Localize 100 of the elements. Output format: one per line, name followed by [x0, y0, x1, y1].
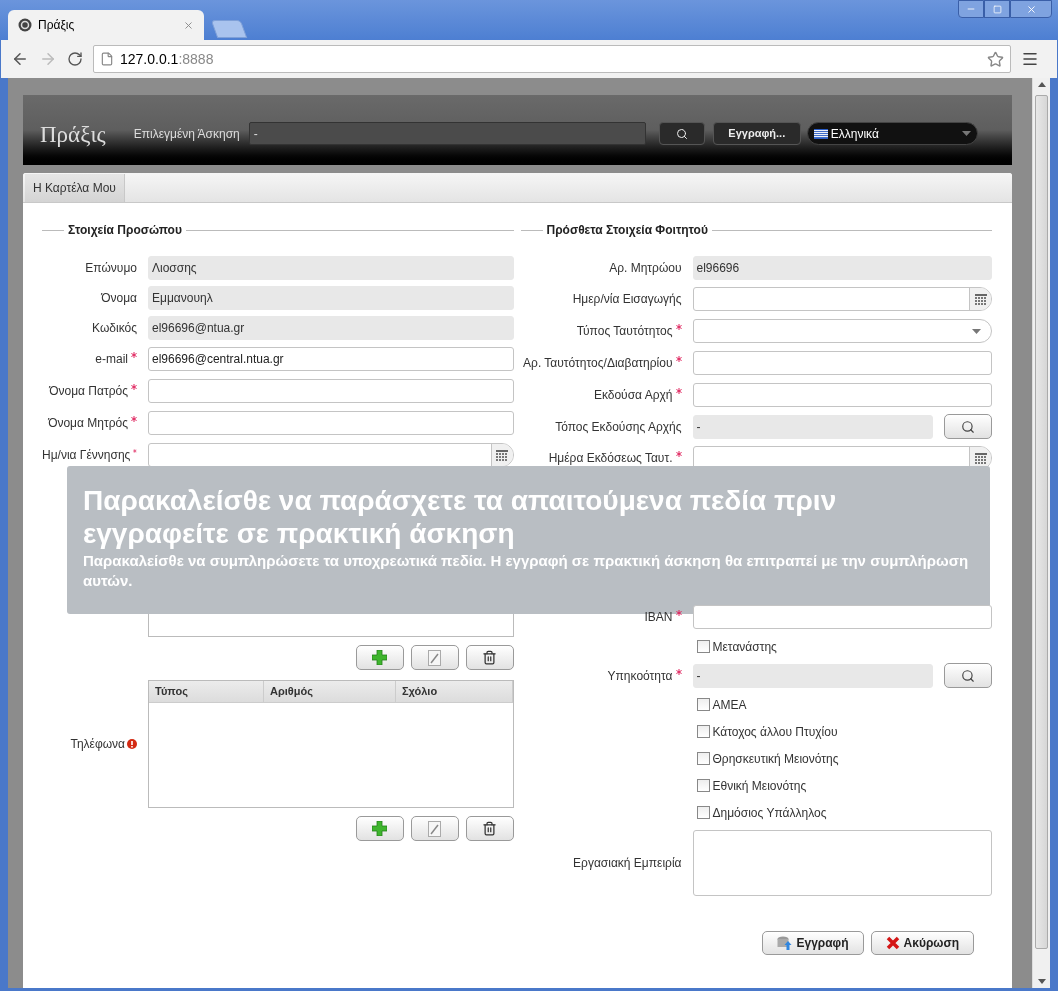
scrollbar-thumb[interactable]	[1035, 95, 1048, 949]
field-label: Κωδικός	[92, 320, 137, 337]
search-button[interactable]	[944, 663, 992, 688]
trash-icon	[482, 821, 497, 836]
field-label: Ημ/νια Γέννησης	[42, 447, 131, 464]
close-window-button[interactable]	[1010, 0, 1052, 18]
field-label: Όνομα	[101, 290, 137, 307]
language-value: Ελληνικά	[830, 125, 880, 143]
delete-button[interactable]	[465, 645, 514, 670]
field-label: Τύπος Ταυτότητος	[576, 323, 673, 340]
error-icon	[127, 739, 137, 749]
section-legend: Στοιχεία Προσώπου	[64, 221, 186, 239]
field-label: Τηλέφωνα	[70, 736, 125, 753]
minimize-button[interactable]	[958, 0, 984, 18]
checkbox-label: Δημόσιος Υπάλληλος	[712, 804, 827, 822]
site-icon	[18, 18, 32, 32]
exercise-field[interactable]: -	[248, 122, 646, 145]
input-field[interactable]	[148, 411, 514, 435]
field-label: Αρ. Ταυτότητος/Διαβατηρίου	[523, 355, 673, 372]
trash-icon	[482, 650, 497, 665]
required-icon	[675, 610, 682, 616]
field-label: Όνομα Πατρός	[49, 383, 128, 400]
required-icon	[131, 352, 137, 358]
input-field[interactable]	[692, 383, 992, 407]
maximize-icon	[992, 4, 1002, 14]
readonly-field: -	[692, 414, 933, 439]
required-icon	[131, 416, 137, 422]
search-button[interactable]	[658, 122, 705, 145]
select-field[interactable]	[692, 319, 992, 343]
field-label: Ημερ/νία Εισαγωγής	[572, 291, 682, 308]
page-tab[interactable]: Η Καρτέλα Μου	[25, 174, 125, 202]
checkbox[interactable]	[696, 806, 710, 819]
checkbox[interactable]	[696, 752, 710, 765]
url-host: 127.0.0.1	[120, 49, 179, 69]
required-icon	[675, 668, 682, 675]
bookmark-star-icon[interactable]	[987, 50, 1004, 68]
notice-message: Παρακαλείσθε να συμπληρώσετε τα υποχρεωτικά πεδία. Η εγγραφή σε πρακτική άσκηση θα επιτραπεί με την συμπλήρωση αυτών.	[83, 551, 970, 591]
database-upload-icon	[777, 936, 793, 950]
reload-icon[interactable]	[67, 51, 83, 67]
register-button[interactable]: Εγγραφή...	[712, 122, 801, 145]
caret-icon	[961, 131, 971, 136]
input-field[interactable]	[148, 379, 514, 403]
edit-page-icon	[428, 649, 441, 666]
register-button[interactable]: Εγγραφή	[762, 931, 864, 955]
browser-tab[interactable]: Πράξις	[8, 10, 204, 40]
date-field[interactable]	[148, 443, 514, 467]
date-field[interactable]	[692, 287, 992, 311]
input-field[interactable]: el96696@central.ntua.gr	[148, 347, 514, 371]
caret-icon	[972, 328, 981, 334]
field-label: Εργασιακή Εμπειρία	[573, 855, 682, 872]
edit-button[interactable]	[410, 816, 459, 841]
address-bar[interactable]: 127.0.0.1:8888	[93, 45, 1011, 73]
field-label: Αρ. Μητρώου	[609, 260, 682, 277]
scroll-up-icon[interactable]	[1037, 82, 1046, 87]
field-label: Επώνυμο	[85, 260, 137, 277]
edit-button[interactable]	[410, 645, 459, 670]
plus-icon	[372, 821, 387, 836]
input-field[interactable]	[692, 605, 992, 629]
field-label: Όνομα Μητρός	[48, 415, 128, 432]
readonly-field: Εμμανουηλ	[148, 286, 514, 310]
field-label: Εκδούσα Αρχή	[593, 387, 673, 404]
checkbox[interactable]	[696, 698, 710, 711]
close-icon	[1025, 3, 1037, 15]
calendar-icon[interactable]	[496, 449, 508, 461]
field-label: IBAN	[644, 609, 673, 626]
readonly-field: el96696	[692, 256, 992, 280]
plus-icon	[372, 650, 387, 665]
menu-icon[interactable]	[1021, 50, 1039, 68]
checkbox[interactable]	[696, 725, 710, 738]
close-icon[interactable]	[183, 19, 194, 31]
language-select[interactable]: Ελληνικά	[806, 122, 978, 145]
back-icon[interactable]	[11, 50, 29, 68]
column-header[interactable]: Τύπος	[149, 681, 264, 702]
required-icon	[131, 384, 137, 390]
calendar-icon[interactable]	[974, 452, 987, 464]
delete-button[interactable]	[465, 816, 514, 841]
notice-title: Παρακαλείσθε να παράσχετε τα απαιτούμενα πεδία πριν εγγραφείτε σε πρακτική άσκηση	[83, 484, 838, 550]
checkbox-label: Κάτοχος άλλου Πτυχίου	[712, 723, 838, 741]
calendar-icon[interactable]	[974, 293, 987, 305]
column-header[interactable]: Σχόλιο	[396, 681, 513, 702]
field-label: Ημέρα Εκδόσεως Ταυτ.	[548, 450, 673, 467]
search-button[interactable]	[944, 414, 992, 439]
input-field[interactable]	[692, 351, 992, 375]
scroll-down-icon[interactable]	[1037, 979, 1046, 984]
search-icon	[961, 668, 975, 683]
url-port: :8888	[178, 49, 214, 69]
maximize-button[interactable]	[984, 0, 1010, 18]
exercise-label: Επιλεγμένη Άσκηση	[133, 126, 240, 143]
required-icon	[675, 324, 682, 330]
checkbox[interactable]	[696, 779, 710, 792]
flag-icon	[813, 128, 828, 139]
cancel-button[interactable]: Ακύρωση	[870, 931, 974, 955]
cross-icon	[885, 936, 900, 950]
add-button[interactable]	[355, 816, 404, 841]
column-header[interactable]: Αριθμός	[264, 681, 396, 702]
search-icon	[961, 419, 975, 434]
add-button[interactable]	[355, 645, 404, 670]
new-tab-button[interactable]	[210, 20, 248, 38]
checkbox[interactable]	[696, 640, 710, 653]
required-icon	[675, 388, 682, 394]
